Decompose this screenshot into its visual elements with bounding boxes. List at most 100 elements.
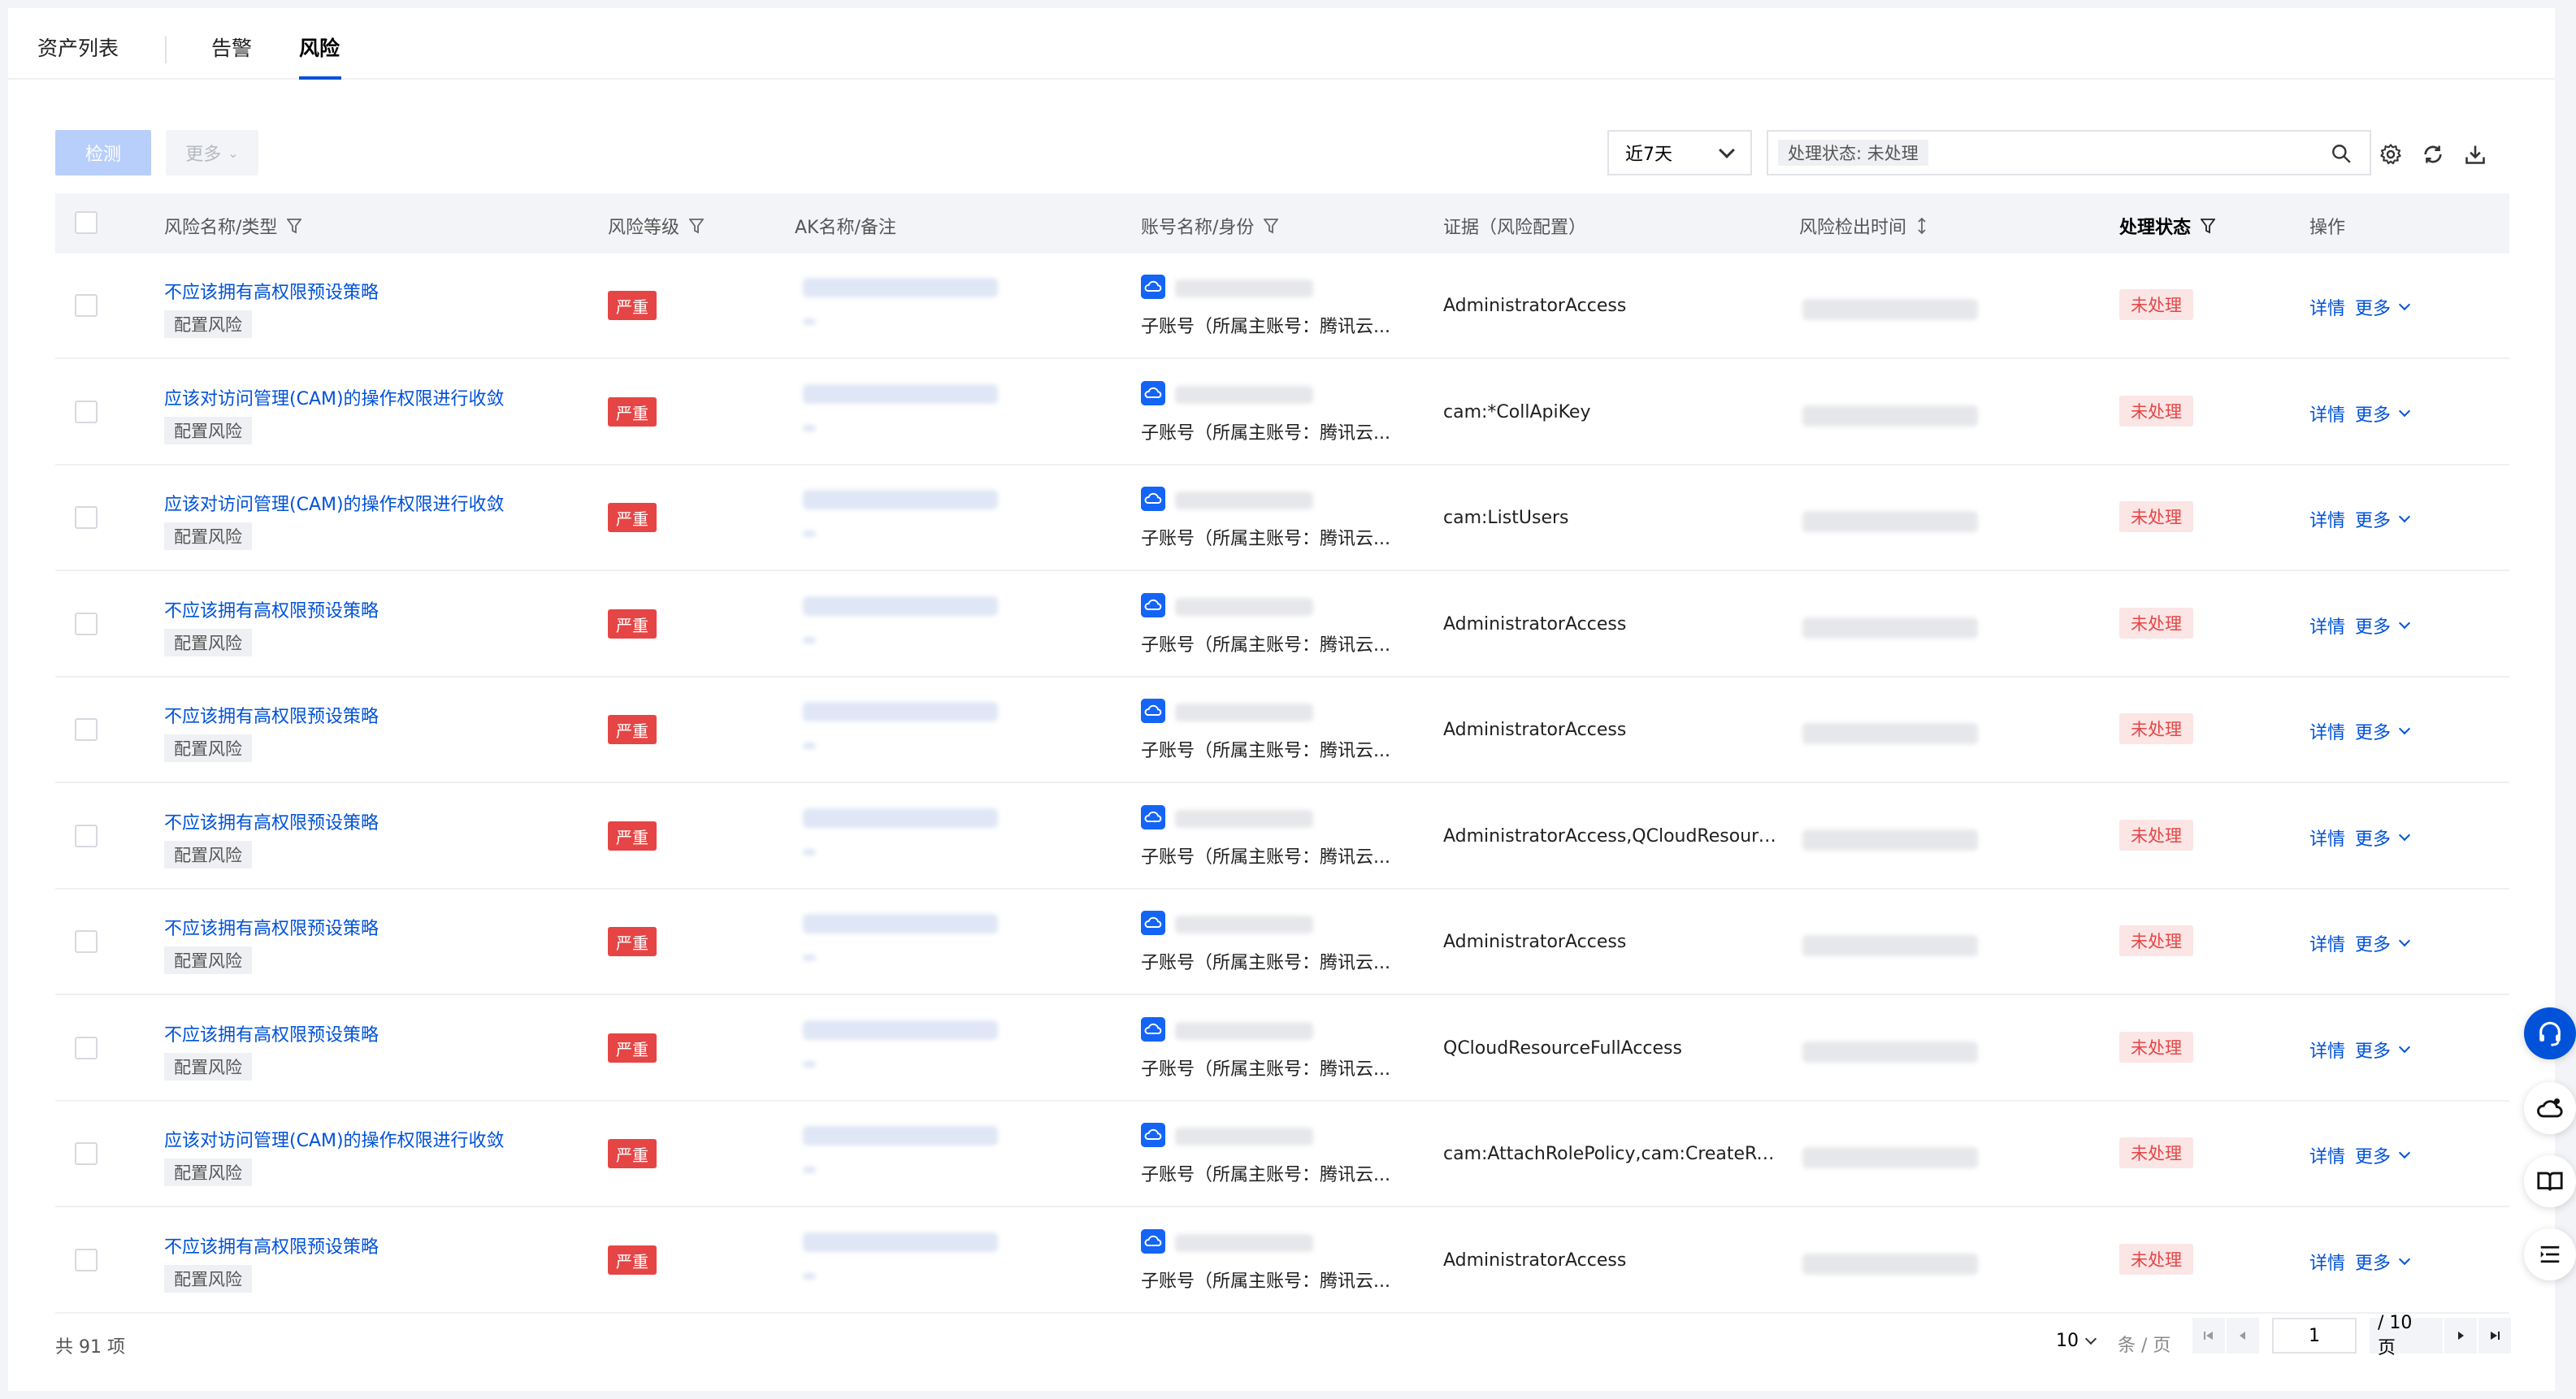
tab-risks[interactable]: 风险 bbox=[299, 32, 340, 62]
table-row[interactable]: 应该对访问管理(CAM)的操作权限进行收敛 配置风险 严重 子账号（所属主账号：腾讯云… bbox=[55, 466, 2509, 571]
cloud-chat-float-button[interactable] bbox=[2524, 1082, 2576, 1134]
more-dropdown-label: 更多 bbox=[2355, 829, 2392, 850]
more-dropdown-label: 更多 bbox=[2355, 617, 2392, 638]
table-row[interactable]: 应该对访问管理(CAM)的操作权限进行收敛 配置风险 严重 子账号（所属主账号：腾讯云… bbox=[55, 1102, 2509, 1207]
table-row[interactable]: 不应该拥有高权限预设策略 配置风险 严重 子账号（所属主账号：腾讯云... Admini… bbox=[55, 572, 2509, 678]
more-dropdown[interactable]: 更多 bbox=[2355, 294, 2411, 320]
risk-name-link[interactable]: 不应该拥有高权限预设策略 bbox=[164, 808, 379, 834]
more-dropdown[interactable]: 更多 bbox=[2355, 718, 2411, 744]
download-icon[interactable] bbox=[2464, 143, 2487, 166]
risk-name-link[interactable]: 不应该拥有高权限预设策略 bbox=[164, 278, 379, 304]
row-checkbox[interactable] bbox=[75, 1037, 98, 1059]
time-range-select[interactable]: 近7天 bbox=[1607, 130, 1752, 175]
filter-icon[interactable] bbox=[689, 218, 705, 234]
detail-link[interactable]: 详情 bbox=[2309, 825, 2345, 851]
table-row[interactable]: 不应该拥有高权限预设策略 配置风险 严重 子账号（所属主账号：腾讯云... Admini… bbox=[55, 890, 2509, 995]
chevron-down-icon bbox=[2084, 1332, 2097, 1345]
account-identity: 子账号（所属主账号：腾讯云... bbox=[1141, 953, 1390, 973]
evidence-text: AdministratorAccess bbox=[1443, 1250, 1627, 1271]
row-checkbox[interactable] bbox=[75, 1142, 98, 1165]
account-identity: 子账号（所属主账号：腾讯云... bbox=[1141, 423, 1390, 444]
risk-level-badge: 严重 bbox=[608, 1033, 657, 1063]
cloud-account-icon bbox=[1141, 911, 1165, 935]
more-dropdown[interactable]: 更多 bbox=[2355, 1142, 2411, 1168]
filter-search-input[interactable]: 处理状态: 未处理 bbox=[1767, 130, 2371, 175]
header-risk-name: 风险名称/类型 bbox=[164, 213, 302, 239]
risk-name-link[interactable]: 应该对访问管理(CAM)的操作权限进行收敛 bbox=[164, 1126, 505, 1152]
risk-name-link[interactable]: 不应该拥有高权限预设策略 bbox=[164, 914, 379, 940]
risk-name-link[interactable]: 应该对访问管理(CAM)的操作权限进行收敛 bbox=[164, 490, 505, 516]
detail-link[interactable]: 详情 bbox=[2309, 294, 2345, 320]
row-checkbox[interactable] bbox=[75, 613, 98, 635]
detail-link[interactable]: 详情 bbox=[2309, 1037, 2345, 1063]
detail-link[interactable]: 详情 bbox=[2309, 1249, 2345, 1275]
filter-tag[interactable]: 处理状态: 未处理 bbox=[1778, 140, 1928, 166]
risk-name-link[interactable]: 不应该拥有高权限预设策略 bbox=[164, 702, 379, 728]
cloud-chat-icon bbox=[2537, 1098, 2563, 1118]
header-detect-time: 风险检出时间 bbox=[1799, 213, 1928, 239]
risk-level-badge: 严重 bbox=[608, 1245, 657, 1275]
more-dropdown[interactable]: 更多 bbox=[2355, 930, 2411, 956]
detect-time-redacted bbox=[1802, 617, 1978, 639]
account-name-redacted bbox=[1175, 916, 1313, 933]
page-size-select[interactable]: 10 bbox=[2056, 1331, 2097, 1351]
next-page-button[interactable] bbox=[2444, 1318, 2477, 1354]
more-dropdown[interactable]: 更多 bbox=[2355, 613, 2411, 639]
account-identity: 子账号（所属主账号：腾讯云... bbox=[1141, 1271, 1390, 1292]
table-row[interactable]: 不应该拥有高权限预设策略 配置风险 严重 子账号（所属主账号：腾讯云... QCloud… bbox=[55, 996, 2509, 1102]
support-float-button[interactable] bbox=[2524, 1007, 2576, 1059]
chevron-down-icon bbox=[2398, 722, 2411, 735]
row-checkbox[interactable] bbox=[75, 1249, 98, 1271]
row-checkbox[interactable] bbox=[75, 401, 98, 423]
detail-link[interactable]: 详情 bbox=[2309, 613, 2345, 639]
menu-float-button[interactable] bbox=[2524, 1228, 2576, 1280]
filter-icon[interactable] bbox=[287, 218, 302, 234]
row-checkbox[interactable] bbox=[75, 930, 98, 953]
table-row[interactable]: 不应该拥有高权限预设策略 配置风险 严重 子账号（所属主账号：腾讯云... Admini… bbox=[55, 678, 2509, 783]
sort-icon[interactable] bbox=[1916, 217, 1928, 235]
row-checkbox[interactable] bbox=[75, 825, 98, 847]
table-row[interactable]: 不应该拥有高权限预设策略 配置风险 严重 子账号（所属主账号：腾讯云... Admini… bbox=[55, 1208, 2509, 1314]
prev-page-button[interactable] bbox=[2227, 1318, 2259, 1354]
more-dropdown[interactable]: 更多 bbox=[2355, 1037, 2411, 1063]
table-row[interactable]: 不应该拥有高权限预设策略 配置风险 严重 子账号（所属主账号：腾讯云... Admini… bbox=[55, 784, 2509, 890]
detect-button[interactable]: 检测 bbox=[55, 130, 151, 175]
row-checkbox[interactable] bbox=[75, 506, 98, 529]
tab-alerts[interactable]: 告警 bbox=[211, 32, 252, 62]
gear-icon[interactable] bbox=[2379, 143, 2402, 166]
refresh-icon[interactable] bbox=[2422, 143, 2444, 166]
docs-float-button[interactable] bbox=[2524, 1155, 2576, 1207]
first-page-button[interactable] bbox=[2192, 1318, 2225, 1354]
table-row[interactable]: 应该对访问管理(CAM)的操作权限进行收敛 配置风险 严重 子账号（所属主账号：腾讯云… bbox=[55, 360, 2509, 466]
cloud-account-icon bbox=[1141, 1017, 1165, 1042]
chevron-down-icon bbox=[2398, 298, 2411, 311]
detail-link[interactable]: 详情 bbox=[2309, 930, 2345, 956]
detail-link[interactable]: 详情 bbox=[2309, 1142, 2345, 1168]
status-badge: 未处理 bbox=[2119, 396, 2193, 427]
detail-link[interactable]: 详情 bbox=[2309, 718, 2345, 744]
risk-name-link[interactable]: 不应该拥有高权限预设策略 bbox=[164, 596, 379, 622]
row-checkbox[interactable] bbox=[75, 718, 98, 741]
last-page-button[interactable] bbox=[2478, 1318, 2511, 1354]
detect-time-redacted bbox=[1802, 299, 1978, 320]
page-number-input[interactable]: 1 bbox=[2272, 1318, 2357, 1354]
search-icon[interactable] bbox=[2331, 143, 2352, 164]
tab-asset-list[interactable]: 资产列表 bbox=[37, 32, 119, 62]
more-dropdown[interactable]: 更多 bbox=[2355, 401, 2411, 427]
filter-icon[interactable] bbox=[2201, 218, 2216, 234]
table-row[interactable]: 不应该拥有高权限预设策略 配置风险 严重 子账号（所属主账号：腾讯云... Admini… bbox=[55, 253, 2509, 359]
row-checkbox[interactable] bbox=[75, 294, 98, 317]
more-dropdown[interactable]: 更多 bbox=[2355, 506, 2411, 532]
detail-link[interactable]: 详情 bbox=[2309, 506, 2345, 532]
filter-icon[interactable] bbox=[1264, 218, 1279, 234]
risk-name-link[interactable]: 不应该拥有高权限预设策略 bbox=[164, 1232, 379, 1258]
detail-link[interactable]: 详情 bbox=[2309, 401, 2345, 427]
risk-level-badge: 严重 bbox=[608, 609, 657, 639]
more-dropdown[interactable]: 更多 bbox=[2355, 1249, 2411, 1275]
select-all-checkbox[interactable] bbox=[75, 211, 98, 234]
risk-name-link[interactable]: 应该对访问管理(CAM)的操作权限进行收敛 bbox=[164, 384, 505, 410]
more-dropdown[interactable]: 更多 bbox=[2355, 825, 2411, 851]
more-actions-button[interactable]: 更多 ⌄ bbox=[166, 130, 258, 175]
active-tab-underline bbox=[299, 76, 341, 80]
risk-name-link[interactable]: 不应该拥有高权限预设策略 bbox=[164, 1020, 379, 1046]
